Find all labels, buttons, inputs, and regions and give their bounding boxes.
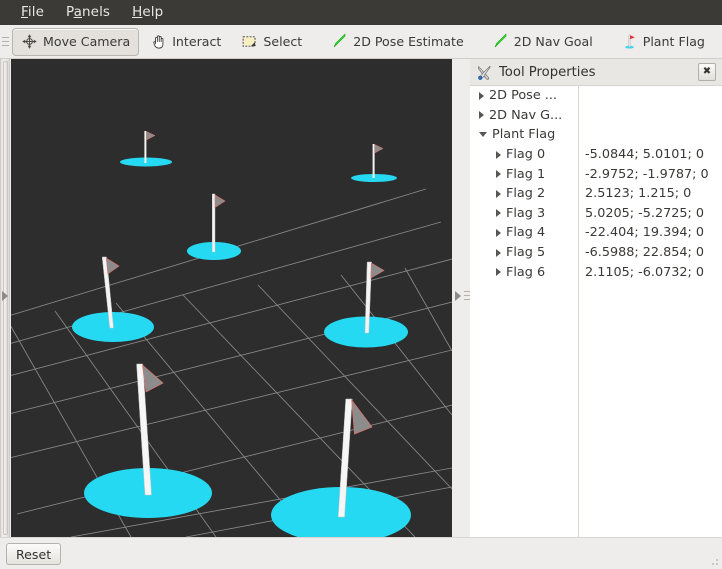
status-bar: Reset: [0, 537, 722, 569]
tool-2d-pose-estimate-label: 2D Pose Estimate: [353, 33, 464, 49]
right-splitter-expand-arrow[interactable]: [455, 291, 461, 301]
tree-row-label: Plant Flag: [492, 127, 556, 143]
tool-select-label: Select: [263, 33, 303, 49]
wrench-screwdriver-icon: [478, 65, 491, 80]
tool-move-camera-label: Move Camera: [43, 33, 131, 49]
tree-row-value: -2.9752; -1.9787; 0: [585, 166, 709, 182]
green-arrow-icon: [333, 33, 346, 48]
tree-row-value: 2.1105; -6.0732; 0: [585, 264, 705, 280]
tree-row-name-cell: 2D Nav G...: [470, 108, 578, 123]
left-splitter[interactable]: [0, 59, 10, 537]
expander-closed-icon[interactable]: [496, 209, 501, 218]
tree-row-value: -5.0844; 5.0101; 0: [585, 147, 705, 163]
application-window: File Panels Help Move Camera Interact Se…: [0, 0, 722, 569]
tool-interact-label: Interact: [172, 33, 222, 49]
expander-closed-icon[interactable]: [479, 91, 484, 100]
tree-row-label: Flag 6: [506, 264, 546, 280]
tree-row-label: Flag 4: [506, 225, 546, 241]
expander-open-icon[interactable]: [479, 132, 487, 138]
3d-render-view[interactable]: [11, 59, 452, 537]
green-arrow-icon: [494, 33, 507, 48]
tree-row-flag-0[interactable]: Flag 0 -5.0844; 5.0101; 0: [470, 145, 722, 165]
tree-row-name-cell: Flag 5: [470, 245, 578, 260]
tree-row-label: 2D Nav G...: [489, 107, 563, 123]
tool-select[interactable]: Select: [232, 28, 311, 56]
tree-row-flag-1[interactable]: Flag 1 -2.9752; -1.9787; 0: [470, 164, 722, 184]
expander-closed-icon[interactable]: [496, 150, 501, 159]
resize-grip[interactable]: [708, 555, 720, 567]
tree-row-value: -6.5988; 22.854; 0: [585, 245, 705, 261]
tool-properties-tree[interactable]: 2D Pose ... 2D Nav G... Plant Flag Flag …: [470, 85, 722, 537]
tool-2d-nav-goal-label: 2D Nav Goal: [513, 33, 593, 49]
tree-row-flag-3[interactable]: Flag 3 5.0205; -5.2725; 0: [470, 204, 722, 224]
right-splitter[interactable]: [452, 59, 471, 537]
tree-row-name-cell: Plant Flag: [470, 127, 578, 142]
expander-closed-icon[interactable]: [496, 228, 501, 237]
menu-help[interactable]: Help: [121, 2, 174, 23]
toolbar-grip[interactable]: [0, 25, 11, 59]
tree-row-name-cell: 2D Pose ...: [470, 88, 578, 103]
menu-panels[interactable]: Panels: [55, 2, 121, 23]
tree-row-plant-flag[interactable]: Plant Flag: [470, 125, 722, 145]
tree-row-label: Flag 0: [506, 147, 546, 163]
tree-row-flag-6[interactable]: Flag 6 2.1105; -6.0732; 0: [470, 262, 722, 282]
close-glyph: ✖: [702, 66, 712, 77]
tree-row-name-cell: Flag 3: [470, 206, 578, 221]
expander-closed-icon[interactable]: [496, 189, 501, 198]
tree-row-label: Flag 5: [506, 245, 546, 261]
tool-properties-panel: Tool Properties ✖ 2D Pose ... 2D Nav G..…: [470, 59, 722, 537]
hand-interact-icon: [153, 35, 164, 49]
tool-interact[interactable]: Interact: [141, 28, 230, 56]
tree-row-name-cell: Flag 6: [470, 265, 578, 280]
tree-row-name-cell: Flag 4: [470, 225, 578, 240]
reset-button[interactable]: Reset: [6, 543, 62, 565]
tree-row-flag-5[interactable]: Flag 5 -6.5988; 22.854; 0: [470, 243, 722, 263]
expander-closed-icon[interactable]: [479, 111, 484, 120]
menu-file[interactable]: File: [10, 2, 55, 23]
tree-row-name-cell: Flag 1: [470, 167, 578, 182]
3d-scene: [11, 59, 452, 537]
tree-row-2d-pose-estimate[interactable]: 2D Pose ...: [470, 86, 722, 106]
select-rectangle-icon: [243, 36, 256, 47]
tree-row-name-cell: Flag 0: [470, 147, 578, 162]
expander-closed-icon[interactable]: [496, 170, 501, 179]
tree-row-label: Flag 1: [506, 166, 546, 182]
tree-row-value: -22.404; 19.394; 0: [585, 225, 705, 241]
plant-flag-icon: [624, 34, 635, 49]
expander-closed-icon[interactable]: [496, 248, 501, 257]
tree-row-label: 2D Pose ...: [489, 88, 557, 104]
viewport-background: [11, 59, 452, 537]
tool-plant-flag[interactable]: Plant Flag: [614, 28, 712, 56]
tool-properties-titlebar: Tool Properties ✖: [470, 59, 722, 85]
tree-row-value: 2.5123; 1.215; 0: [585, 186, 692, 202]
tree-row-flag-4[interactable]: Flag 4 -22.404; 19.394; 0: [470, 223, 722, 243]
central-area: Tool Properties ✖ 2D Pose ... 2D Nav G..…: [0, 59, 722, 537]
tree-row-flag-2[interactable]: Flag 2 2.5123; 1.215; 0: [470, 184, 722, 204]
main-toolbar: Move Camera Interact Select 2D Pose Esti…: [0, 25, 722, 59]
close-icon[interactable]: ✖: [698, 63, 716, 81]
tool-properties-title: Tool Properties: [499, 64, 596, 80]
tree-row-2d-nav-goal[interactable]: 2D Nav G...: [470, 106, 722, 126]
tree-row-label: Flag 3: [506, 205, 546, 221]
tree-row-value: 5.0205; -5.2725; 0: [585, 205, 705, 221]
tree-row-name-cell: Flag 2: [470, 186, 578, 201]
reset-button-label: Reset: [16, 546, 52, 562]
left-splitter-expand-arrow[interactable]: [2, 291, 8, 301]
move-camera-icon: [22, 34, 37, 49]
tool-plant-flag-label: Plant Flag: [642, 33, 705, 49]
menu-bar: File Panels Help: [0, 0, 722, 25]
expander-closed-icon[interactable]: [496, 268, 501, 277]
tool-2d-nav-goal[interactable]: 2D Nav Goal: [485, 28, 600, 56]
tool-move-camera[interactable]: Move Camera: [12, 27, 140, 56]
tool-2d-pose-estimate[interactable]: 2D Pose Estimate: [324, 28, 471, 56]
tree-row-label: Flag 2: [506, 186, 546, 202]
